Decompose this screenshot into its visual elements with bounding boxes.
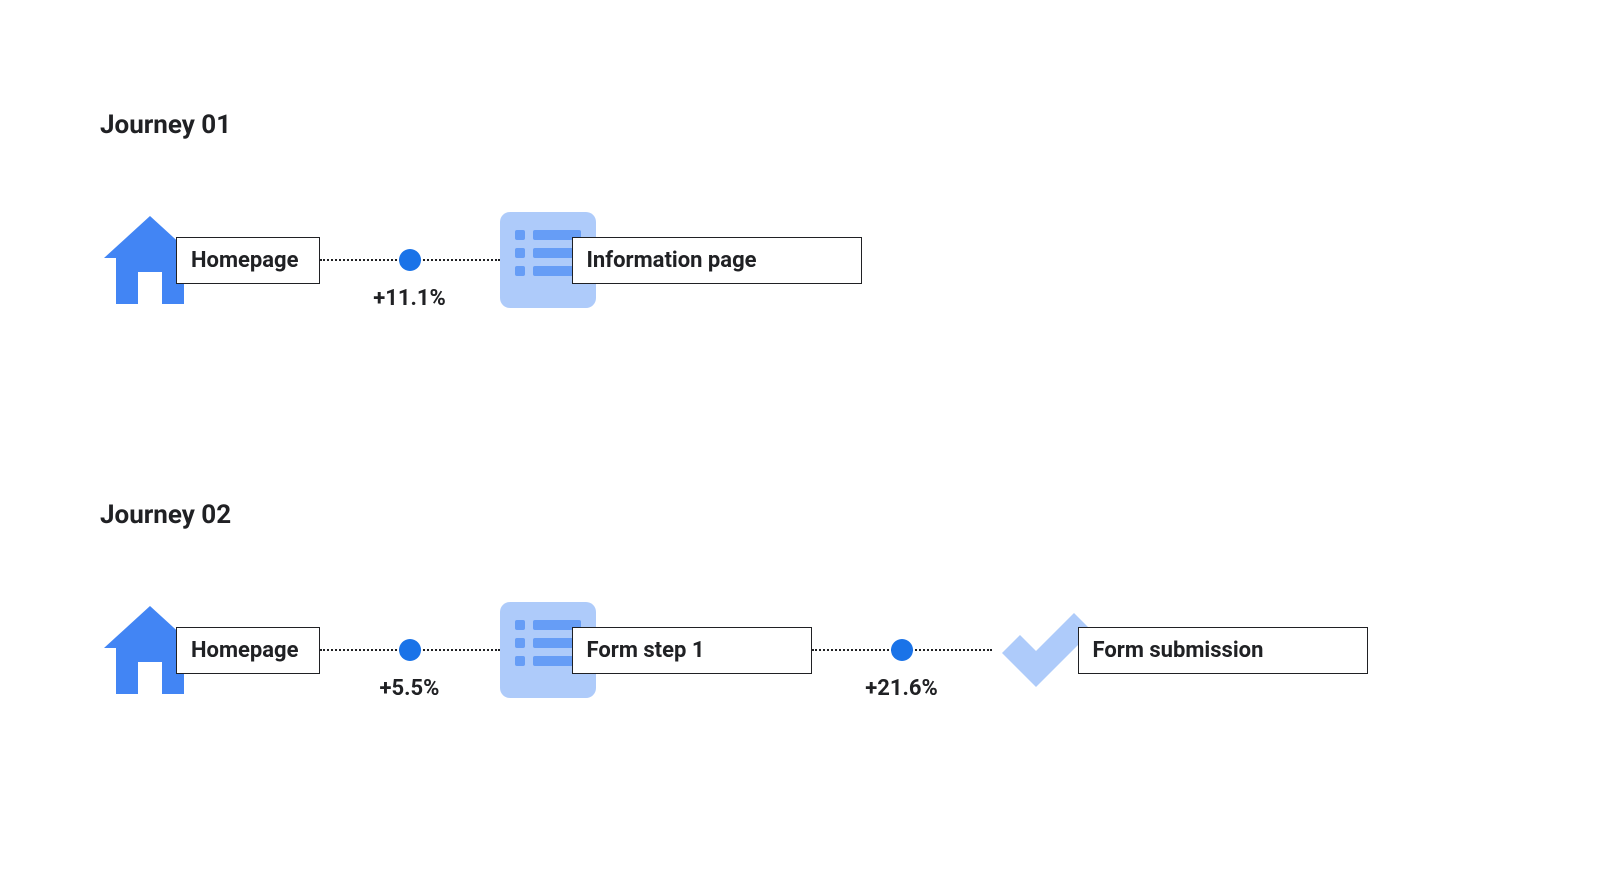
diagram-canvas: Journey 01 Homepage +11.1% (100, 110, 1368, 890)
step-form-step-1: Form step 1 (500, 602, 812, 698)
journey-title: Journey 02 (100, 500, 1368, 530)
transition-dot (891, 639, 913, 661)
step-label: Information page (572, 237, 862, 284)
step-homepage: Homepage (100, 600, 320, 700)
step-label: Form submission (1078, 627, 1368, 674)
transition-dot (399, 639, 421, 661)
step-label: Form step 1 (572, 627, 812, 674)
transition-delta: +11.1% (373, 286, 446, 311)
transition-dot (399, 249, 421, 271)
journey-title: Journey 01 (100, 110, 1368, 140)
step-form-submission: Form submission (992, 605, 1368, 695)
step-information-page: Information page (500, 212, 862, 308)
transition-delta: +5.5% (380, 676, 440, 701)
step-label: Homepage (176, 237, 320, 284)
transition: +5.5% (320, 590, 500, 710)
journey-flow: Homepage +11.1% Information page (100, 200, 1368, 320)
step-homepage: Homepage (100, 210, 320, 310)
transition: +21.6% (812, 590, 992, 710)
journey-02: Journey 02 Homepage +5.5% (100, 500, 1368, 710)
transition: +11.1% (320, 200, 500, 320)
journey-flow: Homepage +5.5% Form step 1 (100, 590, 1368, 710)
journey-01: Journey 01 Homepage +11.1% (100, 110, 1368, 320)
step-label: Homepage (176, 627, 320, 674)
transition-delta: +21.6% (865, 676, 938, 701)
